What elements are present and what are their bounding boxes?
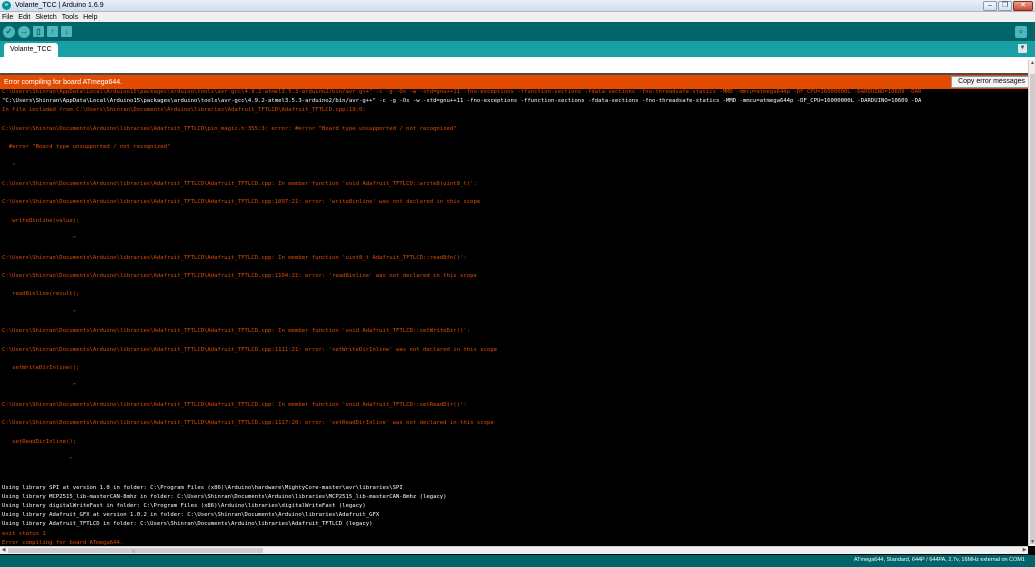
upload-button[interactable]: →	[18, 25, 30, 38]
vertical-scrollbar[interactable]: ▲ ▼	[1028, 60, 1035, 546]
grip-icon: |||	[132, 548, 136, 553]
menu-file[interactable]: File	[2, 14, 13, 21]
console-line: Using library digitalWriteFast in folder…	[2, 503, 366, 509]
new-sketch-button[interactable]: ▯	[33, 26, 44, 37]
console-line: exit status 1	[2, 530, 46, 537]
console-line: C:\Users\Shinran\Documents\Arduino\libra…	[2, 254, 467, 261]
console-line: C:\Users\Shinran\Documents\Arduino\libra…	[2, 328, 471, 335]
error-message: Error compiling for board ATmega644.	[4, 78, 123, 86]
console-line: C:\Users\Shinran\Documents\Arduino\libra…	[2, 401, 467, 408]
code-editor[interactable]	[0, 57, 1035, 73]
scroll-down-icon[interactable]: ▼	[1029, 539, 1035, 546]
verify-icon: ✓	[5, 27, 13, 36]
chevron-down-icon: ▼	[1019, 45, 1026, 51]
console-line: C:\Users\Shinran\Documents\Arduino\libra…	[2, 420, 494, 427]
horizontal-scrollbar[interactable]: ◀ ||| ▶	[0, 546, 1028, 554]
console-line: ^	[2, 309, 77, 316]
window-controls: – ❐ ✕	[983, 1, 1033, 11]
upload-icon: →	[20, 27, 28, 36]
close-button[interactable]: ✕	[1013, 1, 1033, 11]
toolbar: ✓ → ▯ ↑ ↓ ⌕	[0, 22, 1035, 41]
new-icon: ▯	[36, 27, 41, 36]
console-output[interactable]: C:\Users\Shinran\AppData\Local\Arduino15…	[0, 89, 1028, 546]
console-line: C:\Users\Shinran\Documents\Arduino\libra…	[2, 346, 498, 353]
board-status: ATmega644, Standard, 644P / 644PA, 2.7v,…	[853, 557, 1025, 563]
menu-bar: File Edit Sketch Tools Help	[0, 12, 1035, 22]
console-line: setWriteDirInline();	[2, 365, 80, 371]
verify-button[interactable]: ✓	[3, 25, 15, 38]
title-bar: ∞ Volante_TCC | Arduino 1.6.9 – ❐ ✕	[0, 0, 1035, 12]
open-icon: ↑	[50, 27, 55, 36]
console-line: ^	[2, 383, 77, 390]
scroll-left-icon[interactable]: ◀	[0, 547, 7, 554]
console-line: setReadDirInline();	[2, 438, 77, 445]
menu-edit[interactable]: Edit	[18, 14, 30, 21]
console-line: C:\Users\Shinran\Documents\Arduino\libra…	[2, 199, 481, 206]
console-line: ^	[2, 457, 73, 463]
copy-error-messages-button[interactable]: Copy error messages	[951, 76, 1032, 88]
console-line: C:\Users\Shinran\AppData\Local\Arduino15…	[2, 89, 922, 95]
save-button[interactable]: ↓	[61, 26, 72, 37]
open-button[interactable]: ↑	[47, 26, 58, 37]
console-line: "C:\Users\Shinran\AppData\Local\Arduino1…	[2, 98, 922, 105]
menu-sketch[interactable]: Sketch	[35, 14, 56, 21]
console-line: In file included from C:\Users\Shinran\D…	[2, 107, 366, 114]
menu-tools[interactable]: Tools	[62, 14, 78, 21]
console-line: Using library SPI at version 1.0 in fold…	[2, 484, 403, 491]
console-line: #error "Board type unsupported / not rec…	[2, 144, 171, 151]
tab-volante-tcc[interactable]: Volante_TCC	[4, 43, 58, 57]
console-line: C:\Users\Shinran\Documents\Arduino\libra…	[2, 125, 457, 132]
restore-button[interactable]: ❐	[998, 1, 1012, 11]
scroll-right-icon[interactable]: ▶	[1021, 547, 1028, 554]
console-line: ^	[2, 236, 77, 243]
console-line: write8inline(value);	[2, 217, 80, 224]
tab-menu-button[interactable]: ▼	[1018, 44, 1027, 53]
console-line: Using library MCP2515_lib-masterCAN-8mhz…	[2, 493, 447, 500]
console-line: read8inline(result);	[2, 291, 80, 298]
scroll-up-icon[interactable]: ▲	[1029, 60, 1035, 67]
arduino-logo-icon: ∞	[2, 1, 11, 10]
horizontal-scroll-thumb[interactable]	[8, 548, 263, 553]
status-bar: ATmega644, Standard, 644P / 644PA, 2.7v,…	[0, 555, 1035, 567]
magnifier-icon: ⌕	[1018, 27, 1024, 36]
console-line: Using library Adafruit_GFX at version 1.…	[2, 512, 380, 519]
minimize-button[interactable]: –	[983, 1, 997, 11]
serial-monitor-button[interactable]: ⌕	[1015, 26, 1027, 38]
window-title: Volante_TCC | Arduino 1.6.9	[15, 2, 104, 9]
vertical-scroll-thumb[interactable]	[1030, 74, 1035, 544]
error-bar: Error compiling for board ATmega644. Cop…	[0, 75, 1035, 89]
console-line: Using library Adafruit_TFTLCD in folder:…	[2, 521, 373, 528]
save-icon: ↓	[64, 27, 69, 36]
console-line: ^	[2, 162, 16, 169]
console-line: C:\Users\Shinran\Documents\Arduino\libra…	[2, 273, 477, 279]
menu-help[interactable]: Help	[83, 14, 97, 21]
console-line: C:\Users\Shinran\Documents\Arduino\libra…	[2, 181, 477, 187]
tab-bar: Volante_TCC ▼	[0, 41, 1035, 57]
